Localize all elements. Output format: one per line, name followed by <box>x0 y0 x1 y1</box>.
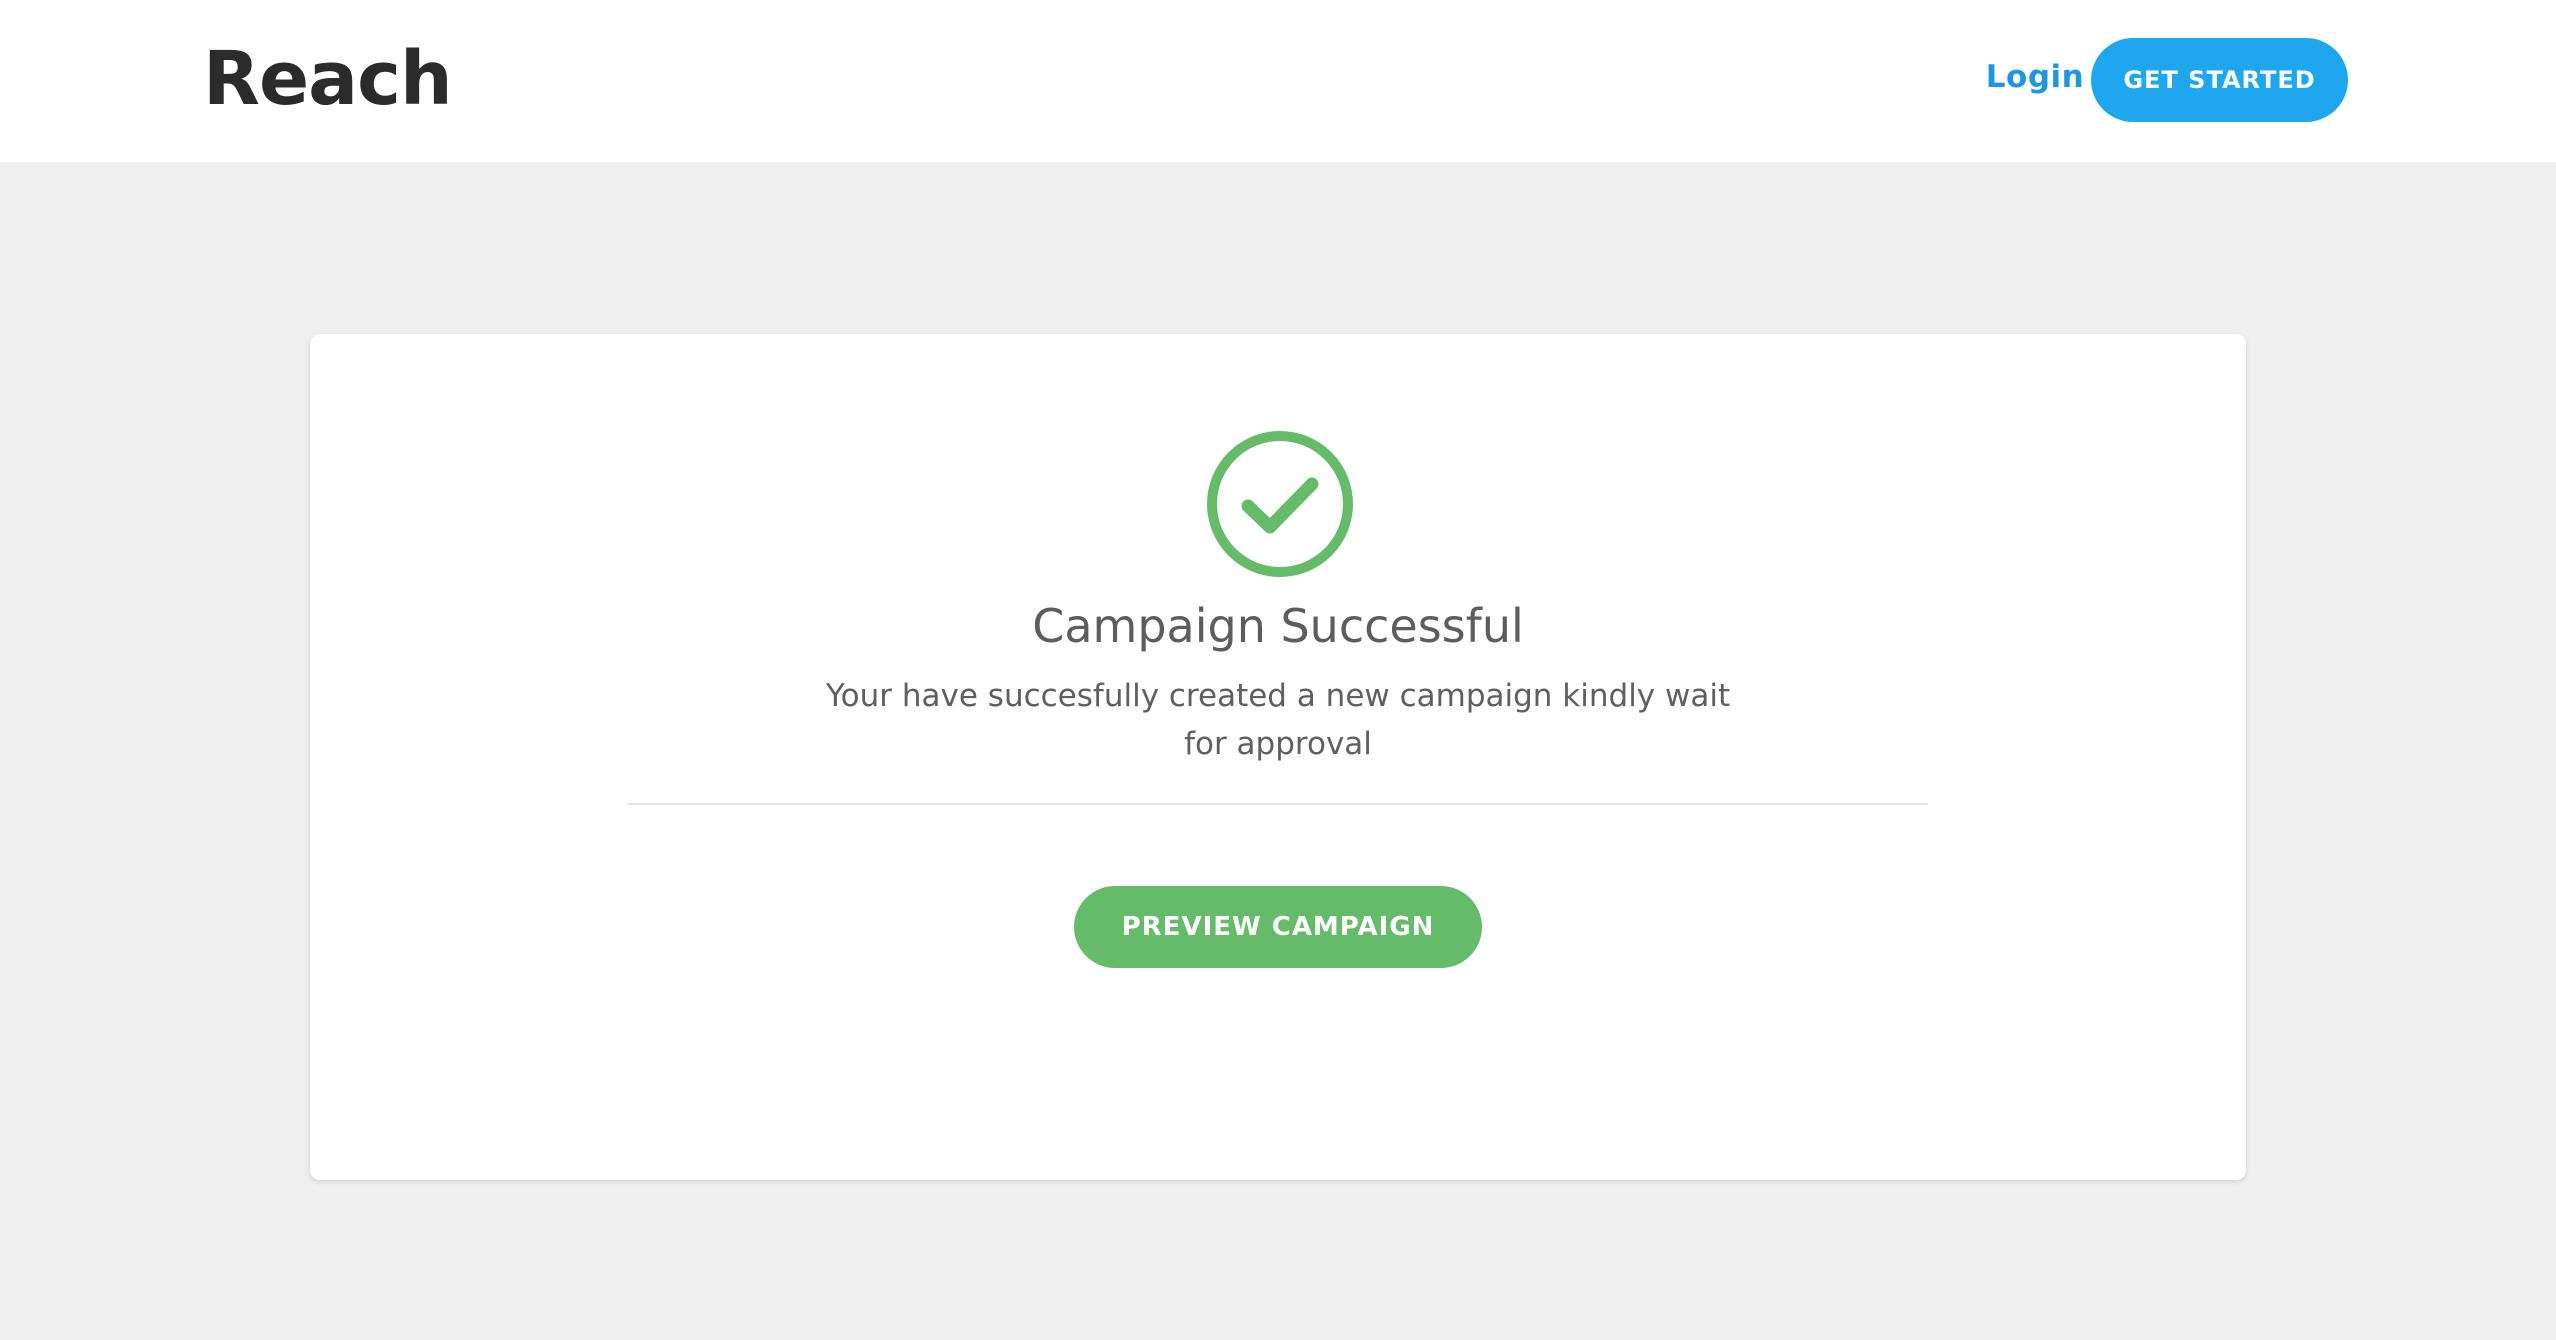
brand-logo[interactable]: Reach <box>203 34 453 124</box>
success-card: Campaign Successful Your have succesfull… <box>310 334 2246 1180</box>
top-navbar: Reach Login GET STARTED <box>0 0 2556 162</box>
success-message: Your have succesfully created a new camp… <box>825 678 1731 762</box>
get-started-button[interactable]: GET STARTED <box>2091 38 2348 122</box>
success-title: Campaign Successful <box>1032 599 1524 653</box>
login-link[interactable]: Login <box>1960 55 2110 99</box>
check-circle-icon <box>1207 431 1353 577</box>
preview-campaign-button[interactable]: PREVIEW CAMPAIGN <box>1074 886 1482 968</box>
divider <box>628 803 1928 805</box>
